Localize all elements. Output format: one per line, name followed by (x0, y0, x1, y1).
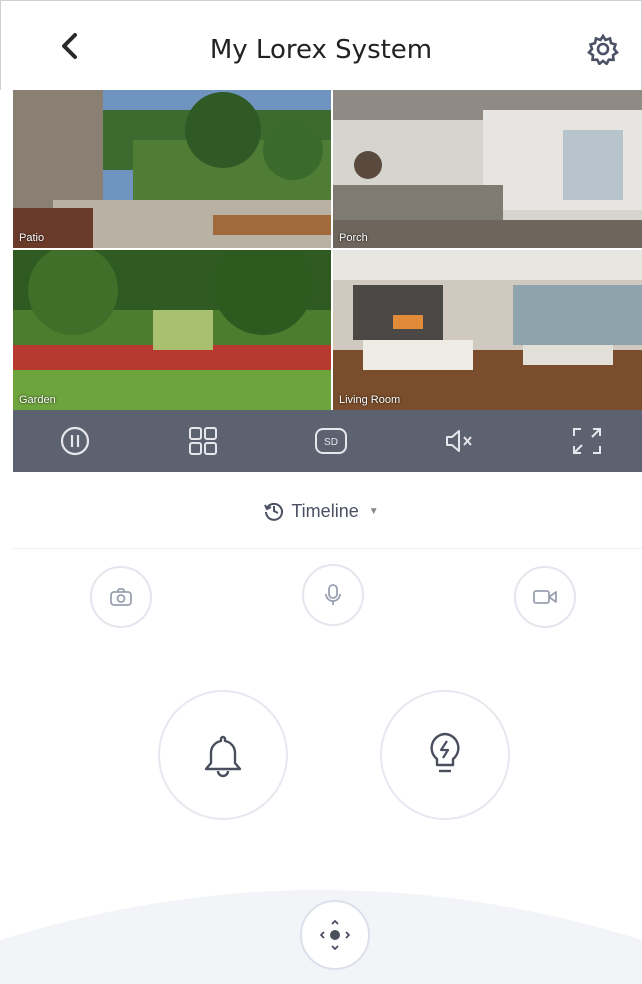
sd-quality-icon[interactable]: SD (313, 424, 349, 458)
siren-button[interactable] (158, 690, 288, 820)
record-button[interactable] (514, 566, 576, 628)
camera-label: Living Room (339, 394, 401, 406)
page-title: My Lorex System (209, 35, 433, 65)
ptz-control-button[interactable] (300, 900, 370, 970)
camera-label: Patio (19, 232, 45, 244)
speaker-muted-icon[interactable] (441, 424, 477, 458)
bell-icon (204, 735, 242, 778)
camera-tile-living-room[interactable]: Living Room (333, 250, 642, 410)
camera-feed-image (333, 250, 642, 410)
fullscreen-icon[interactable] (569, 424, 605, 458)
snapshot-button[interactable] (90, 566, 152, 628)
camera-feed-image (333, 90, 642, 248)
camera-grid: Patio Porch Garden Living Room (13, 90, 642, 410)
app-header: My Lorex System (0, 0, 642, 90)
camera-feed-image (13, 250, 331, 410)
gear-icon[interactable] (587, 33, 619, 65)
grid-layout-icon[interactable] (185, 424, 221, 458)
timeline-selector[interactable]: Timeline ▼ (0, 500, 642, 522)
camera-icon (110, 588, 132, 606)
camera-label: Garden (19, 394, 56, 406)
camera-label: Porch (339, 232, 368, 244)
chevron-down-icon: ▼ (368, 505, 379, 517)
pause-icon[interactable] (57, 424, 93, 458)
sd-label: SD (324, 437, 338, 448)
camera-tile-garden[interactable]: Garden (13, 250, 331, 410)
talk-button[interactable] (302, 564, 364, 626)
divider (13, 548, 642, 549)
timeline-label: Timeline (291, 500, 359, 521)
light-button[interactable] (380, 690, 510, 820)
clock-history-icon (264, 503, 284, 522)
microphone-icon (325, 584, 341, 605)
camera-tile-porch[interactable]: Porch (333, 90, 642, 248)
video-control-bar: SD (13, 410, 642, 472)
video-camera-icon (533, 590, 557, 604)
lightbulb-icon (430, 732, 460, 773)
ptz-control-icon (320, 920, 350, 950)
camera-tile-patio[interactable]: Patio (13, 90, 331, 248)
camera-feed-image (13, 90, 331, 248)
